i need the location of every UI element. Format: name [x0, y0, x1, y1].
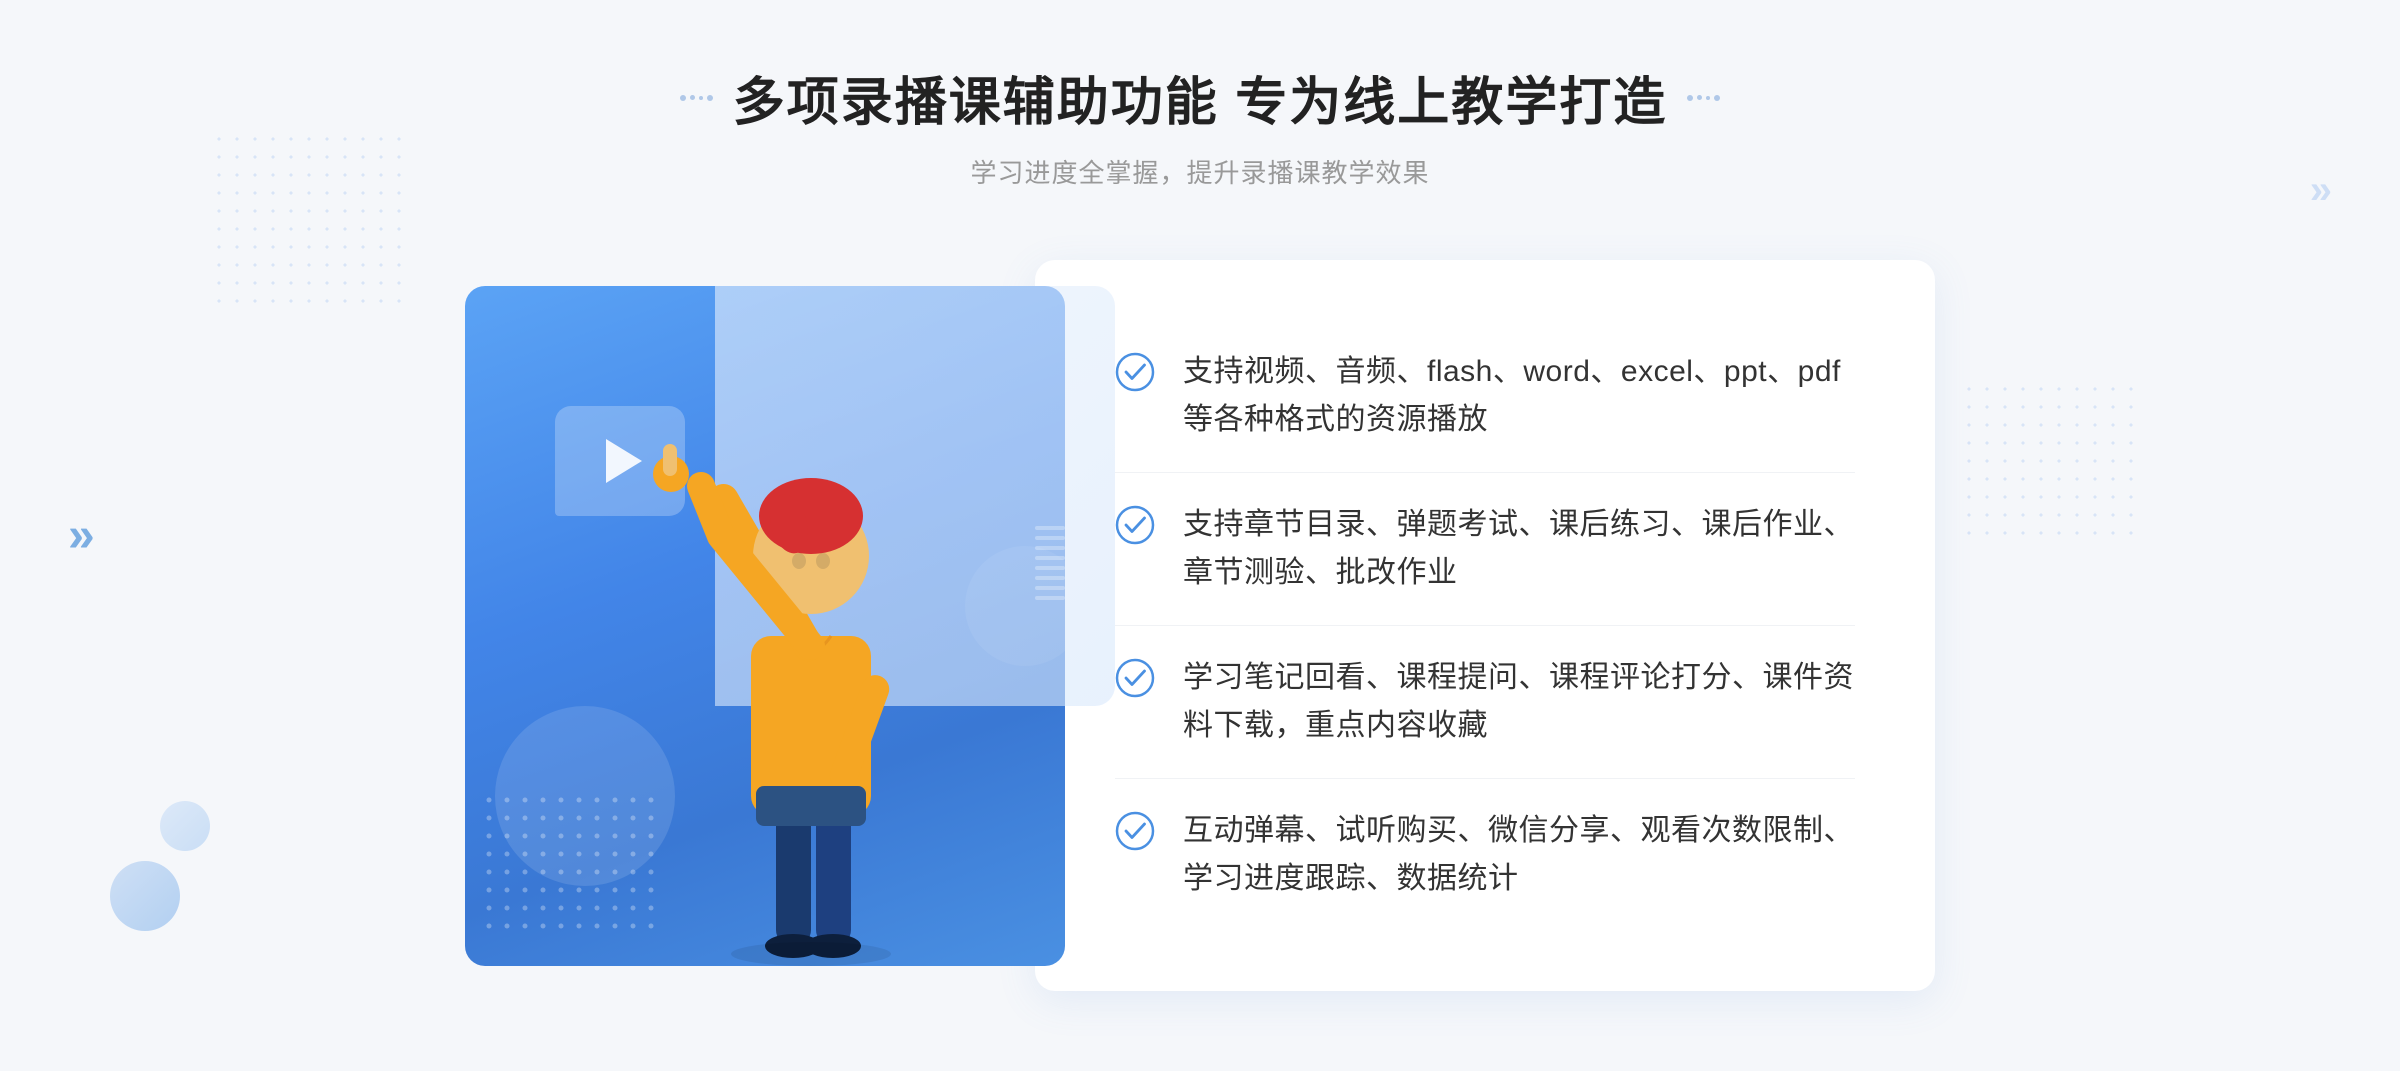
title-decorator-left [680, 95, 713, 101]
illustration-card [465, 286, 1065, 966]
subtitle: 学习进度全掌握，提升录播课教学效果 [680, 153, 1720, 190]
header-section: 多项录播课辅助功能 专为线上教学打造 学习进度全掌握，提升录播课教学效果 [680, 60, 1720, 190]
info-card: 支持视频、音频、flash、word、excel、ppt、pdf等各种格式的资源… [1035, 260, 1935, 991]
page-wrapper: » » 多项录播课辅助功能 专为线上教学打造 学习进度全掌握，提升录播课教学效果 [0, 0, 2400, 1071]
feature-item-2: 支持章节目录、弹题考试、课后练习、课后作业、章节测验、批改作业 [1115, 473, 1855, 626]
feature-item-1: 支持视频、音频、flash、word、excel、ppt、pdf等各种格式的资源… [1115, 320, 1855, 473]
main-title: 多项录播课辅助功能 专为线上教学打造 [733, 60, 1667, 135]
check-icon-3 [1115, 658, 1155, 698]
deco-circle-page-1 [110, 861, 180, 931]
check-icon-1 [1115, 352, 1155, 392]
feature-text-3: 学习笔记回看、课程提问、课程评论打分、课件资料下载，重点内容收藏 [1183, 654, 1855, 750]
figure-illustration [621, 406, 981, 966]
feature-item-3: 学习笔记回看、课程提问、课程评论打分、课件资料下载，重点内容收藏 [1115, 626, 1855, 779]
card-dot-grid [485, 796, 665, 936]
check-icon-2 [1115, 505, 1155, 545]
content-area: 支持视频、音频、flash、word、excel、ppt、pdf等各种格式的资源… [400, 260, 2000, 991]
dot-pattern-top-left [210, 130, 410, 310]
deco-circle-page-2 [160, 801, 210, 851]
chevron-left-icon: » [68, 512, 95, 560]
feature-text-2: 支持章节目录、弹题考试、课后练习、课后作业、章节测验、批改作业 [1183, 501, 1855, 597]
feature-text-4: 互动弹幕、试听购买、微信分享、观看次数限制、学习进度跟踪、数据统计 [1183, 807, 1855, 903]
chevron-right-icon: » [2310, 170, 2332, 210]
title-decorator-right [1687, 95, 1720, 101]
stripe-decoration [1035, 526, 1065, 726]
feature-item-4: 互动弹幕、试听购买、微信分享、观看次数限制、学习进度跟踪、数据统计 [1115, 779, 1855, 931]
feature-text-1: 支持视频、音频、flash、word、excel、ppt、pdf等各种格式的资源… [1183, 348, 1855, 444]
check-icon-4 [1115, 811, 1155, 851]
title-row: 多项录播课辅助功能 专为线上教学打造 [680, 60, 1720, 135]
